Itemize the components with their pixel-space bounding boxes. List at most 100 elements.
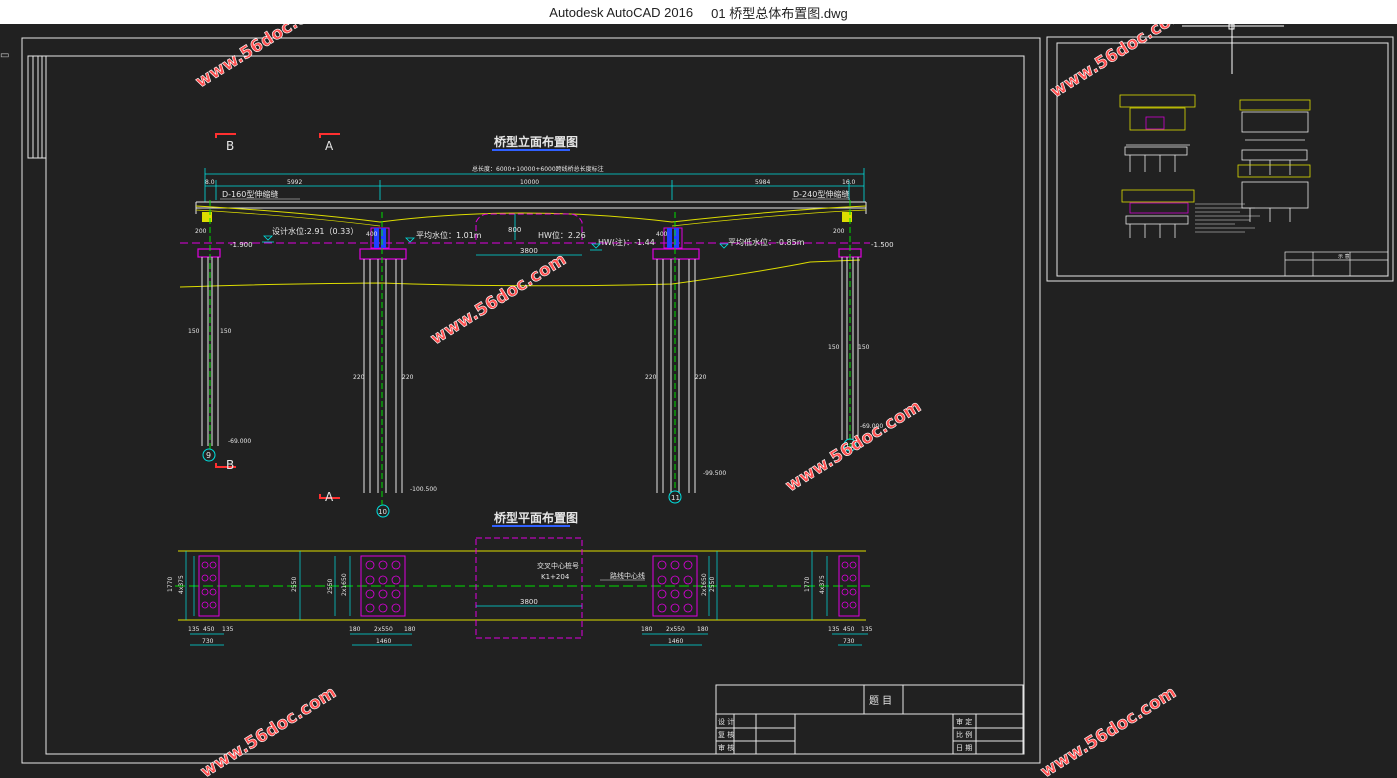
span-right-dim: 5984 <box>755 179 770 186</box>
drawing-label: www.56doc.com <box>1037 683 1180 778</box>
end-dim-left: 8.0 <box>205 179 215 186</box>
elevation-title: 桥型立面布置图 <box>494 134 578 149</box>
drawing-label: 180 <box>697 626 709 633</box>
tb-check: 复 核 <box>718 730 734 739</box>
total-length-label: 总长度：6000+10000+6000跨线桥总长度标注 <box>472 165 604 173</box>
span-left-dim: 5992 <box>287 179 302 186</box>
drawing-label: 220 <box>353 374 365 381</box>
joint-right-label: D-240型伸缩缝 <box>793 189 849 199</box>
tb-approve: 审 定 <box>956 717 972 726</box>
drawing-label: 450 <box>203 626 215 633</box>
viewport-icon[interactable]: ▭ <box>0 50 18 64</box>
pier-number-9: 9 <box>206 451 211 460</box>
drawing-label: 2x550 <box>374 626 393 633</box>
drawing-label: www.56doc.com <box>192 24 335 92</box>
drawing-label: 180 <box>641 626 653 633</box>
channel-height-dim: 800 <box>508 226 521 234</box>
drawing-label: 2x550 <box>666 626 685 633</box>
drawing-label: 135 <box>861 626 873 633</box>
mini-title-block <box>1284 251 1389 277</box>
document-title: 01 桥型总体布置图.dwg <box>711 5 848 21</box>
drawing-label: 730 <box>843 638 855 645</box>
bridge-deck <box>195 201 867 214</box>
pier-number-10: 10 <box>378 508 387 516</box>
section-a-bottom: A <box>325 490 334 504</box>
mini-detail-3 <box>1121 189 1195 238</box>
pile-bottom-9: -69.000 <box>228 438 251 445</box>
mini-detail-2 <box>1239 99 1311 175</box>
drawing-label: 2x1650 <box>341 573 348 596</box>
drawing-canvas[interactable]: 示 意 B A B A 桥型立面布置图 总长度：6000+10000+6000跨… <box>0 24 1397 778</box>
low-level-label: 平均低水位：-0.85m <box>728 237 805 247</box>
drawing-label: 1770 <box>167 577 174 592</box>
drawing-label: 150 <box>828 344 840 351</box>
drawing-label: 1460 <box>376 638 391 645</box>
drawing-label: 220 <box>695 374 707 381</box>
mini-title-text: 示 意 <box>1338 253 1350 260</box>
plan-title: 桥型平面布置图 <box>494 510 578 525</box>
hw2-label: HW(注)：-1.44 <box>598 237 655 247</box>
design-water-label: 设计水位:2.91（0.33） <box>272 226 358 236</box>
binding-strip <box>27 55 47 159</box>
drawing-label: 1770 <box>804 577 811 592</box>
drawing-label: 220 <box>402 374 414 381</box>
drawing-label: 2550 <box>291 577 298 592</box>
drawing-label: 200 <box>833 228 845 235</box>
section-a-top: A <box>325 139 334 153</box>
tb-scale: 比 例 <box>956 730 972 739</box>
drawing-label: 2x1650 <box>701 573 708 596</box>
drawing-label: 220 <box>645 374 657 381</box>
joint-left-label: D-160型伸缩缝 <box>222 189 278 199</box>
drawing-label: 135 <box>828 626 840 633</box>
window-titlebar: Autodesk AutoCAD 2016 01 桥型总体布置图.dwg <box>0 0 1397 24</box>
hw-label: HW位：2.26 <box>538 230 586 240</box>
drawing-label: www.56doc.com <box>1047 24 1190 102</box>
drawing-label: 730 <box>202 638 214 645</box>
drawing-label: 135 <box>222 626 234 633</box>
pier-number-11: 11 <box>671 494 680 502</box>
drawing-label: 150 <box>188 328 200 335</box>
drawing-label: 450 <box>843 626 855 633</box>
drawing-label: 150 <box>220 328 232 335</box>
drawing-label: 1460 <box>668 638 683 645</box>
end-dim-right: 16.0 <box>842 179 856 186</box>
drawing-label: 400 <box>366 231 378 238</box>
elev-right-label: -1.500 <box>871 241 894 249</box>
app-title: Autodesk AutoCAD 2016 <box>549 4 694 20</box>
plan-width-dim: 3800 <box>520 598 538 606</box>
span-mid-dim: 10000 <box>520 179 539 186</box>
drawing-label: 4x375 <box>178 575 185 594</box>
drawing-label: 180 <box>349 626 361 633</box>
sheet-inner-frame <box>45 55 1025 755</box>
drawing-label: 200 <box>195 228 207 235</box>
drawing-label: 150 <box>858 344 870 351</box>
drawing-label: www.56doc.com <box>197 683 340 778</box>
drawing-label: 2550 <box>327 579 334 594</box>
plan-view: 3800 交叉中心桩号 K1+204 路线中心线 1770 4x375 2550… <box>167 537 873 646</box>
section-b-top: B <box>226 139 234 153</box>
plan-station: K1+204 <box>541 573 570 581</box>
tb-review: 审 核 <box>718 743 734 752</box>
pile-bottom-10: -100.500 <box>410 486 437 493</box>
pier-10: 400 220 220 -100.500 10 <box>353 212 437 518</box>
clear-span-dim: 3800 <box>520 247 538 255</box>
drawing-label: 400 <box>656 231 668 238</box>
mini-detail-1 <box>1119 94 1196 172</box>
drawing-label: www.56doc.com <box>427 250 570 350</box>
drawing-label: 135 <box>188 626 200 633</box>
plan-center-label: 交叉中心桩号 <box>537 561 579 570</box>
tb-date: 日 期 <box>956 744 972 752</box>
title-block-heading: 题 目 <box>869 695 892 707</box>
cad-drawing[interactable]: 示 意 B A B A 桥型立面布置图 总长度：6000+10000+6000跨… <box>0 24 1397 778</box>
section-b-bottom: B <box>226 458 234 472</box>
tb-design: 设 计 <box>718 717 734 726</box>
drawing-label: 4x375 <box>819 575 826 594</box>
pile-bottom-11: -99.500 <box>703 470 726 477</box>
mini-detail-4 <box>1237 164 1311 222</box>
pier-11: 400 220 220 -99.500 11 <box>645 212 726 504</box>
elev-left-label: -1.900 <box>230 241 253 249</box>
avg-level-label: 平均水位：1.01m <box>416 230 482 240</box>
plan-center-line-label: 路线中心线 <box>610 571 645 580</box>
drawing-label: 2550 <box>709 577 716 592</box>
pier-12: 200 150 150 -69.000 12 <box>828 200 883 452</box>
